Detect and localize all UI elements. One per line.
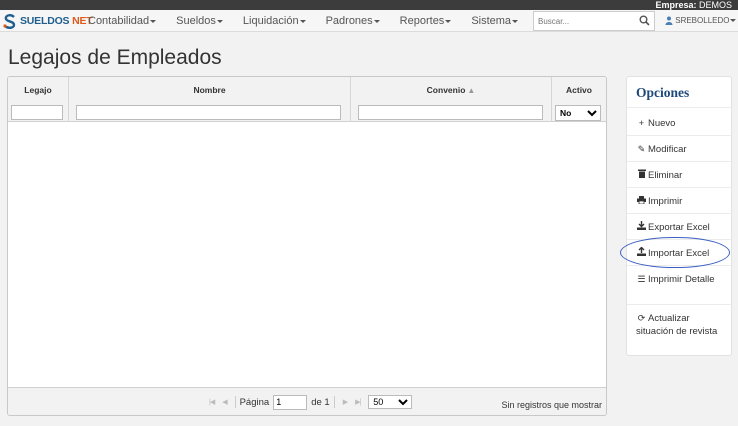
- search-box: [533, 11, 655, 31]
- column-header-legajo[interactable]: Legajo: [8, 85, 68, 95]
- prev-page-icon[interactable]: ◀: [222, 398, 227, 406]
- caret-down-icon: [512, 19, 519, 23]
- column-header-nombre[interactable]: Nombre: [69, 85, 350, 95]
- menu-sistema[interactable]: Sistema: [471, 10, 519, 32]
- menu-reportes[interactable]: Reportes: [400, 10, 452, 32]
- first-page-icon[interactable]: |◀: [209, 398, 215, 406]
- menu-contabilidad-label: Contabilidad: [88, 15, 150, 27]
- caret-down-icon: [445, 19, 452, 23]
- no-records-text: Sin registros que mostrar: [501, 400, 602, 410]
- company-bar: Empresa: DEMOS: [0, 0, 738, 10]
- options-divider: [627, 213, 731, 214]
- search-input[interactable]: [534, 12, 634, 30]
- caret-down-icon: [150, 19, 157, 23]
- pager: |◀ ◀ Página de 1 ▶ ▶| 50: [205, 394, 413, 410]
- page-label: Página: [239, 396, 270, 408]
- options-divider: [627, 304, 731, 305]
- option-nuevo-label: Nuevo: [648, 118, 676, 129]
- print-icon: [636, 195, 647, 208]
- column-nombre: Nombre: [69, 77, 351, 122]
- column-header-activo[interactable]: Activo: [552, 85, 606, 95]
- option-eliminar[interactable]: Eliminar: [636, 169, 728, 183]
- rows-per-page-select[interactable]: 50: [368, 395, 413, 409]
- trash-icon: [636, 169, 647, 182]
- options-divider: [627, 161, 731, 162]
- option-modificar-label: Modificar: [648, 144, 687, 155]
- user-icon: [665, 16, 673, 26]
- last-page-icon[interactable]: ▶|: [355, 398, 361, 406]
- option-modificar[interactable]: ✎ Modificar: [636, 143, 728, 157]
- company-value: DEMOS: [698, 0, 732, 10]
- column-legajo: Legajo: [8, 77, 69, 122]
- navbar: SUELDOS NET Contabilidad Sueldos Liquida…: [0, 10, 738, 32]
- caret-down-icon: [216, 19, 223, 23]
- download-icon: [636, 221, 647, 234]
- option-actualizar-situacion[interactable]: ⟳ Actualizar situación de revista: [636, 312, 728, 338]
- list-icon: ☰: [637, 274, 646, 284]
- options-divider: [627, 135, 731, 136]
- option-imprimir-label: Imprimir: [648, 196, 683, 207]
- grid-header: Legajo Nombre Convenio ▲ Activo No: [8, 77, 606, 122]
- filter-activo-select[interactable]: No: [555, 105, 601, 121]
- column-header-convenio[interactable]: Convenio ▲: [351, 85, 551, 95]
- brand-main: SUELDOS: [20, 15, 70, 27]
- option-exportar-excel-label: Exportar Excel: [648, 222, 710, 233]
- column-activo: Activo No: [552, 77, 606, 122]
- menu-reportes-label: Reportes: [399, 15, 445, 27]
- column-header-convenio-label: Convenio: [426, 85, 466, 95]
- option-actualizar-situacion-label: Actualizar situación de revista: [636, 313, 718, 337]
- refresh-icon: ⟳: [637, 313, 646, 323]
- option-nuevo[interactable]: + Nuevo: [636, 117, 728, 131]
- options-panel: Opciones + Nuevo ✎ Modificar Eliminar Impr…: [626, 76, 732, 356]
- column-convenio: Convenio ▲: [351, 77, 552, 122]
- option-eliminar-label: Eliminar: [648, 170, 683, 181]
- caret-down-icon: [299, 19, 306, 23]
- pager-divider: [333, 396, 335, 408]
- menu-contabilidad[interactable]: Contabilidad: [88, 10, 157, 32]
- page-total: de 1: [311, 396, 330, 408]
- page-number-input[interactable]: [273, 394, 308, 410]
- menu-padrones[interactable]: Padrones: [326, 10, 380, 32]
- user-name: SREBOLLEDO: [675, 16, 730, 25]
- menu-liquidacion-label: Liquidación: [242, 15, 299, 27]
- grid-footer: |◀ ◀ Página de 1 ▶ ▶| 50 Sin registros q…: [8, 387, 606, 415]
- main-menu: Contabilidad Sueldos Liquidación Padrone…: [88, 10, 538, 32]
- options-divider: [627, 187, 731, 188]
- pencil-icon: ✎: [637, 144, 646, 154]
- pager-divider: [234, 396, 236, 408]
- menu-sistema-label: Sistema: [471, 15, 512, 27]
- search-icon[interactable]: [639, 15, 650, 26]
- options-title: Opciones: [636, 85, 690, 100]
- menu-padrones-label: Padrones: [325, 15, 373, 27]
- user-menu[interactable]: SREBOLLEDO: [665, 10, 737, 32]
- caret-down-icon: [730, 19, 737, 23]
- highlight-circle-annotation: [620, 237, 730, 268]
- sort-asc-icon: ▲: [467, 86, 476, 95]
- menu-sueldos[interactable]: Sueldos: [176, 10, 223, 32]
- options-divider: [627, 107, 731, 108]
- filter-convenio-input[interactable]: [358, 105, 543, 120]
- next-page-icon[interactable]: ▶: [343, 398, 348, 406]
- logo-icon: [3, 13, 16, 29]
- caret-down-icon: [373, 19, 380, 23]
- menu-sueldos-label: Sueldos: [176, 15, 216, 27]
- page-title: Legajos de Empleados: [8, 46, 222, 69]
- company-label: Empresa:: [655, 0, 697, 10]
- plus-icon: +: [638, 118, 645, 128]
- brand-name: SUELDOS NET: [20, 15, 93, 27]
- option-imprimir-detalle[interactable]: ☰ Imprimir Detalle: [636, 273, 728, 287]
- option-imprimir-detalle-label: Imprimir Detalle: [648, 274, 715, 285]
- employees-grid: Legajo Nombre Convenio ▲ Activo No |◀ ◀ P…: [7, 76, 607, 416]
- option-exportar-excel[interactable]: Exportar Excel: [636, 221, 728, 235]
- filter-legajo-input[interactable]: [11, 105, 63, 120]
- menu-liquidacion[interactable]: Liquidación: [243, 10, 306, 32]
- filter-nombre-input[interactable]: [76, 105, 341, 120]
- option-imprimir[interactable]: Imprimir: [636, 195, 728, 209]
- brand-logo[interactable]: SUELDOS NET: [3, 13, 93, 29]
